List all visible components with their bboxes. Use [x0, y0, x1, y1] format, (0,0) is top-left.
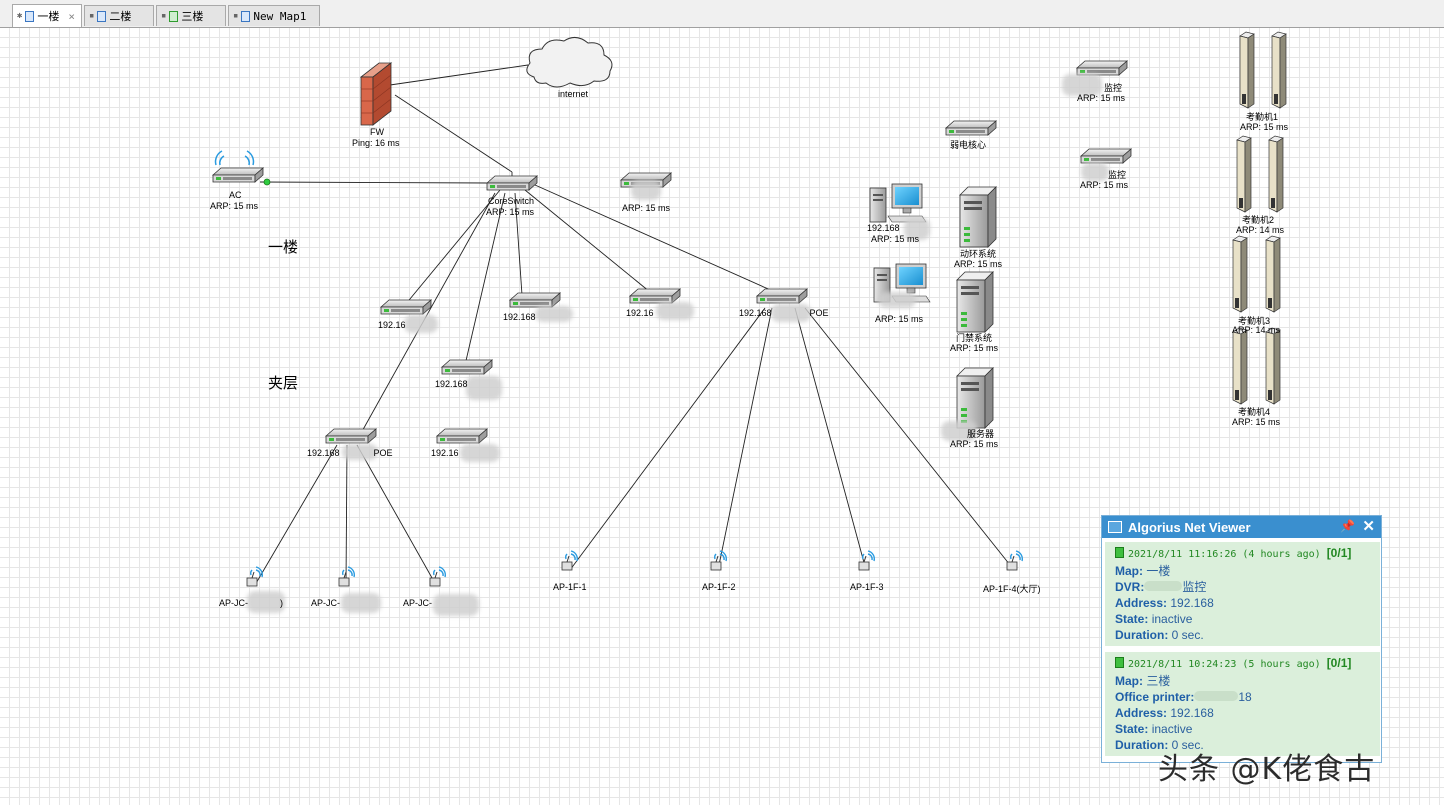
poe-switch-ip: 192.168 — [307, 448, 340, 458]
privacy-blur — [433, 594, 479, 616]
privacy-blur — [631, 180, 661, 200]
internet-label: internet — [558, 89, 589, 99]
firewall-name[interactable]: FW — [370, 127, 384, 137]
attendance-status: ARP: 14 ms — [1232, 325, 1281, 335]
privacy-blur — [878, 292, 916, 308]
attendance-status: ARP: 15 ms — [1240, 122, 1289, 132]
switch-name[interactable]: 192.16 — [378, 320, 406, 330]
ap-label[interactable]: AP-JC- — [403, 598, 432, 608]
ap-name-tail: ) — [280, 598, 283, 608]
event-time: 2021/8/11 10:24:23 (5 hours ago) — [1128, 659, 1321, 670]
event-map-row: Map: 三楼 — [1115, 674, 1171, 688]
core-switch-status: ARP: 15 ms — [486, 207, 535, 217]
pin-icon: ✱ — [17, 11, 23, 21]
ap-label[interactable]: AP-JC-) — [219, 598, 283, 608]
tab-label: 一楼 — [37, 10, 60, 23]
ap-label[interactable]: AP-1F-4(大厅) — [983, 582, 1041, 595]
app-icon — [1108, 521, 1122, 533]
ap-label[interactable]: AP-JC- — [311, 598, 340, 608]
switch-name[interactable]: 弱电核心 — [950, 138, 986, 151]
tab-floor-2[interactable]: ▪ 二楼 — [84, 5, 154, 26]
event-address-row: Address: 192.168 — [1115, 596, 1214, 610]
net-viewer-panel: Algorius Net Viewer 📌 ✕ 2021/8/11 11:16:… — [1101, 515, 1382, 763]
dvr-status: ARP: 15 ms — [1080, 180, 1129, 190]
poe-switch-name[interactable]: 192.168 POE — [307, 448, 393, 458]
switch-name[interactable]: 192.168 — [435, 379, 468, 389]
pin-icon: ▪ — [89, 11, 95, 21]
privacy-blur — [535, 306, 573, 322]
map-icon — [97, 10, 107, 22]
firewall-status: Ping: 16 ms — [352, 138, 400, 148]
core-switch-name[interactable]: CoreSwitch — [488, 196, 534, 206]
privacy-blur — [656, 302, 694, 320]
event-device-row: DVR: 监控 — [1115, 580, 1207, 594]
attendance-status: ARP: 15 ms — [1232, 417, 1281, 427]
ac-status: ARP: 15 ms — [210, 201, 259, 211]
tab-floor-3[interactable]: ▪ 三楼 — [156, 5, 226, 26]
attendance-status: ARP: 14 ms — [1236, 225, 1285, 235]
pin-icon[interactable]: 📌 — [1340, 519, 1355, 533]
poe-switch-suffix: POE — [373, 448, 393, 458]
switch-name[interactable]: 192.16 — [626, 308, 654, 318]
server-status: ARP: 15 ms — [950, 439, 999, 449]
event-state-row: State: inactive — [1115, 722, 1193, 736]
document-icon — [1115, 657, 1124, 668]
pc-status: ARP: 15 ms — [875, 314, 924, 324]
map-icon — [241, 10, 251, 22]
close-icon[interactable]: ✕ — [1362, 517, 1375, 535]
privacy-blur — [460, 444, 500, 462]
poe-switch-ip: 192.168 — [739, 308, 772, 318]
ap-label[interactable]: AP-1F-3 — [850, 582, 884, 592]
net-viewer-header[interactable]: Algorius Net Viewer 📌 ✕ — [1102, 516, 1381, 538]
switch-name[interactable]: 192.16 — [431, 448, 459, 458]
dvr-status: ARP: 15 ms — [1077, 93, 1126, 103]
floor-label: 一楼 — [268, 239, 299, 256]
tab-new-map1[interactable]: ▪ New Map1 — [228, 5, 320, 26]
event-state-row: State: inactive — [1115, 612, 1193, 626]
document-icon — [1115, 547, 1124, 558]
privacy-blur — [1081, 163, 1109, 181]
pc-status: ARP: 15 ms — [871, 234, 920, 244]
tab-floor-1[interactable]: ✱ 一楼 × — [12, 4, 82, 27]
event-device-row: Office printer: 18 — [1115, 690, 1252, 704]
switch-status: ARP: 15 ms — [622, 203, 671, 213]
event-duration-row: Duration: 0 sec. — [1115, 628, 1204, 642]
poe-switch-name[interactable]: 192.168 POE — [739, 308, 829, 318]
poe-switch-suffix: POE — [809, 308, 829, 318]
event-count: [0/1] — [1326, 546, 1352, 560]
pin-icon: ▪ — [161, 11, 167, 21]
server-status: ARP: 15 ms — [950, 343, 999, 353]
tab-label: 二楼 — [109, 10, 132, 23]
map-icon — [169, 10, 179, 22]
privacy-blur — [466, 376, 502, 400]
tab-label: New Map1 — [253, 9, 307, 23]
switch-name[interactable]: 192.168 — [503, 312, 536, 322]
event-card[interactable]: 2021/8/11 11:16:26 (4 hours ago) [0/1] M… — [1105, 542, 1380, 646]
mezzanine-label: 夹层 — [268, 375, 299, 392]
watermark: 头条 @K佬食古 — [1158, 752, 1376, 787]
event-count: [0/1] — [1326, 656, 1352, 670]
event-time: 2021/8/11 11:16:26 (4 hours ago) — [1128, 549, 1321, 560]
server-status: ARP: 15 ms — [954, 259, 1003, 269]
event-address-row: Address: 192.168 — [1115, 706, 1214, 720]
event-time-row: 2021/8/11 10:24:23 (5 hours ago) [0/1] — [1115, 655, 1370, 673]
map-tab-bar: ✱ 一楼 × ▪ 二楼 ▪ 三楼 ▪ New Map1 — [0, 0, 1444, 28]
privacy-blur — [404, 315, 438, 333]
pin-icon: ▪ — [233, 11, 239, 21]
net-viewer-title: Algorius Net Viewer — [1128, 519, 1251, 535]
ap-name: AP-JC- — [219, 598, 248, 608]
close-tab-icon[interactable]: × — [68, 10, 75, 23]
ap-label[interactable]: AP-1F-2 — [702, 582, 736, 592]
tab-label: 三楼 — [181, 10, 204, 23]
event-map-row: Map: 一楼 — [1115, 564, 1171, 578]
map-icon — [25, 10, 35, 22]
ap-label[interactable]: AP-1F-1 — [553, 582, 587, 592]
pc-name[interactable]: 192.168 — [867, 223, 900, 233]
privacy-blur — [341, 593, 381, 613]
event-card[interactable]: 2021/8/11 10:24:23 (5 hours ago) [0/1] M… — [1105, 652, 1380, 756]
ac-name[interactable]: AC — [229, 190, 242, 200]
event-time-row: 2021/8/11 11:16:26 (4 hours ago) [0/1] — [1115, 545, 1370, 563]
